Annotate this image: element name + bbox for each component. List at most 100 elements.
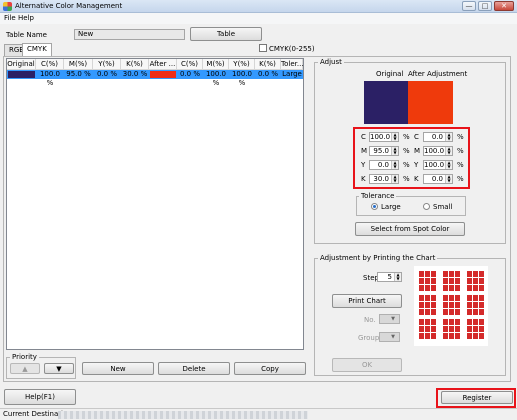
cell-k2: 0.0 % xyxy=(257,70,278,78)
chart-cell xyxy=(425,309,430,315)
col-tolerance[interactable]: Toler... xyxy=(281,59,304,70)
ok-button[interactable]: OK xyxy=(332,358,402,372)
chart-cell xyxy=(443,278,448,284)
step-arrows[interactable]: ▲ ▼ xyxy=(394,273,401,281)
chart-cell xyxy=(473,333,478,339)
orig-c-spinner[interactable]: 100.0 ▲ ▼ xyxy=(369,132,399,142)
col-c[interactable]: C(%) xyxy=(36,59,64,70)
chart-cell xyxy=(467,278,472,284)
after-y-spinner[interactable]: 100.0 ▲ ▼ xyxy=(423,160,453,170)
highlight-register xyxy=(436,388,516,408)
table-name-field[interactable]: New xyxy=(74,29,185,40)
chart-cell xyxy=(449,309,454,315)
col-original[interactable]: Original xyxy=(7,59,36,70)
new-button[interactable]: New xyxy=(82,362,154,375)
chart-cell xyxy=(473,271,478,277)
spin-arrows[interactable]: ▲ ▼ xyxy=(391,161,398,169)
chart-cell xyxy=(479,278,484,284)
chart-cell xyxy=(431,309,436,315)
chart-cell xyxy=(425,333,430,339)
tolerance-large-radio[interactable] xyxy=(371,203,378,210)
after-swatch xyxy=(150,71,176,78)
chart-cell xyxy=(467,295,472,301)
col-y[interactable]: Y(%) xyxy=(93,59,121,70)
cmyk-255-checkbox[interactable] xyxy=(259,44,267,52)
orig-y-spinner[interactable]: 0.0 ▲ ▼ xyxy=(369,160,399,170)
after-m-label: M xyxy=(414,147,421,155)
tolerance-title: Tolerance xyxy=(359,192,397,200)
after-m-spinner[interactable]: 100.0 ▲ ▼ xyxy=(423,146,453,156)
menu-file[interactable]: File xyxy=(4,14,16,22)
menu-help[interactable]: Help xyxy=(18,14,34,22)
chart-cell xyxy=(479,333,484,339)
col-k[interactable]: K(%) xyxy=(121,59,149,70)
cell-k: 30.0 % xyxy=(122,70,148,78)
pct-label: % xyxy=(457,133,464,141)
chart-cell xyxy=(455,302,460,308)
table-row[interactable]: 100.0 % 95.0 % 0.0 % 30.0 % 0.0 % 100.0 … xyxy=(7,70,303,87)
spin-arrows[interactable]: ▲ ▼ xyxy=(391,147,398,155)
tab-cmyk[interactable]: CMYK xyxy=(22,43,52,57)
col-m[interactable]: M(%) xyxy=(64,59,93,70)
chart-cell xyxy=(431,302,436,308)
after-c-spinner[interactable]: 0.0 ▲ ▼ xyxy=(423,132,453,142)
close-button[interactable]: ✕ xyxy=(494,1,514,11)
spin-arrows[interactable]: ▲ ▼ xyxy=(391,175,398,183)
orig-y-label: Y xyxy=(361,161,366,169)
group-select[interactable] xyxy=(379,332,400,342)
destination-field xyxy=(58,411,308,419)
orig-c-label: C xyxy=(361,133,366,141)
no-select[interactable] xyxy=(379,314,400,324)
orig-m-spinner[interactable]: 95.0 ▲ ▼ xyxy=(369,146,399,156)
priority-down-button[interactable]: ▼ xyxy=(44,363,74,374)
chart-cell xyxy=(443,285,448,291)
col-y2[interactable]: Y(%) xyxy=(229,59,255,70)
chart-cell xyxy=(431,319,436,325)
col-k2[interactable]: K(%) xyxy=(255,59,281,70)
minimize-button[interactable]: — xyxy=(462,1,476,11)
pct-label: % xyxy=(457,161,464,169)
chart-cell xyxy=(479,295,484,301)
help-button[interactable]: Help(F1) xyxy=(4,389,76,405)
color-table[interactable]: Original C(%) M(%) Y(%) K(%) After ... C… xyxy=(6,58,304,350)
orig-k-spinner[interactable]: 30.0 ▲ ▼ xyxy=(369,174,399,184)
chart-cell xyxy=(431,295,436,301)
chart-cell xyxy=(449,326,454,332)
orig-m-label: M xyxy=(361,147,368,155)
chart-cell xyxy=(473,326,478,332)
col-after[interactable]: After ... xyxy=(149,59,177,70)
chart-cell xyxy=(479,326,484,332)
copy-button[interactable]: Copy xyxy=(234,362,306,375)
after-k-spinner[interactable]: 0.0 ▲ ▼ xyxy=(423,174,453,184)
after-adjustment-label: After Adjustment xyxy=(408,70,468,78)
spin-arrows[interactable]: ▲ ▼ xyxy=(391,133,398,141)
chart-cell xyxy=(473,285,478,291)
select-spot-color-button[interactable]: Select from Spot Color xyxy=(355,222,465,236)
cell-tolerance: Large xyxy=(282,70,302,78)
chart-cell xyxy=(419,326,424,332)
priority-up-button[interactable]: ▲ xyxy=(10,363,40,374)
maximize-button[interactable]: □ xyxy=(478,1,492,11)
chart-cell xyxy=(467,333,472,339)
chart-cell xyxy=(455,285,460,291)
step-spinner[interactable]: 5 ▲ ▼ xyxy=(377,272,402,282)
delete-button[interactable]: Delete xyxy=(158,362,230,375)
chart-cell xyxy=(449,333,454,339)
spin-arrows[interactable]: ▲ ▼ xyxy=(445,147,452,155)
table-button[interactable]: Table xyxy=(190,27,262,41)
spin-arrows[interactable]: ▲ ▼ xyxy=(445,161,452,169)
app-icon xyxy=(3,2,12,11)
col-c2[interactable]: C(%) xyxy=(177,59,203,70)
chart-cell xyxy=(455,309,460,315)
cell-m: 95.0 % xyxy=(66,70,91,78)
chart-cell xyxy=(419,333,424,339)
step-value: 5 xyxy=(387,273,392,281)
menu-bar: File Help xyxy=(0,13,517,24)
col-m2[interactable]: M(%) xyxy=(203,59,229,70)
cell-y2: 100.0 % xyxy=(231,70,253,87)
print-chart-button[interactable]: Print Chart xyxy=(332,294,402,308)
tolerance-small-radio[interactable] xyxy=(423,203,430,210)
chart-cell xyxy=(419,271,424,277)
spin-arrows[interactable]: ▲ ▼ xyxy=(445,175,452,183)
spin-arrows[interactable]: ▲ ▼ xyxy=(445,133,452,141)
